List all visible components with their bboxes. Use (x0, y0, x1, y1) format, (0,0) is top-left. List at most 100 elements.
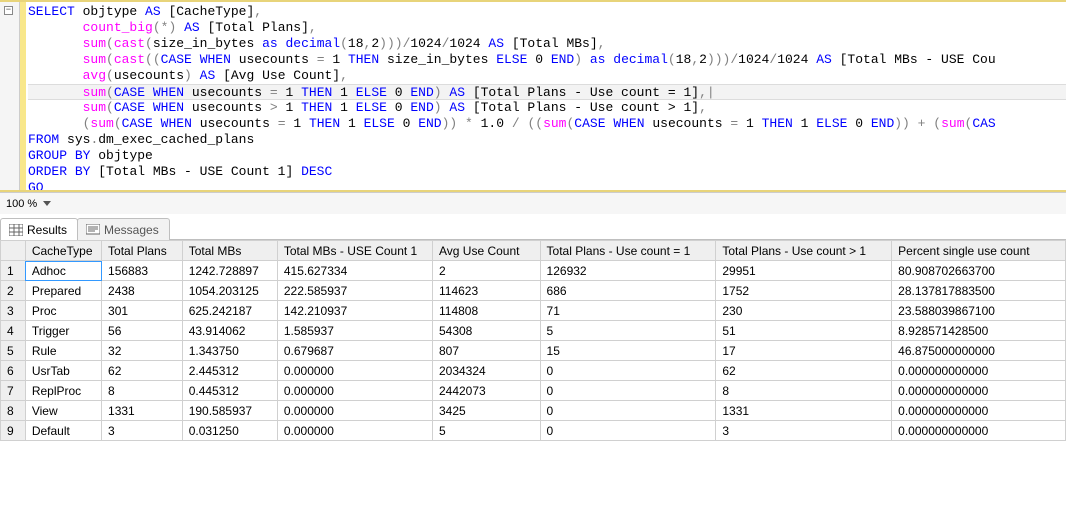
cell[interactable]: 46.875000000000 (892, 341, 1066, 361)
row-number[interactable]: 9 (1, 421, 26, 441)
cell[interactable]: 8 (102, 381, 183, 401)
cell[interactable]: ReplProc (25, 381, 101, 401)
table-row[interactable]: 6UsrTab622.4453120.00000020343240620.000… (1, 361, 1066, 381)
cell[interactable]: 686 (540, 281, 716, 301)
cell[interactable]: 28.137817883500 (892, 281, 1066, 301)
table-row[interactable]: 9Default30.0312500.0000005030.0000000000… (1, 421, 1066, 441)
cell[interactable]: Adhoc (25, 261, 101, 281)
cell[interactable]: 126932 (540, 261, 716, 281)
cell[interactable]: 80.908702663700 (892, 261, 1066, 281)
code-line[interactable]: GO (28, 180, 1066, 190)
code-line[interactable]: avg(usecounts) AS [Avg Use Count], (28, 68, 1066, 84)
cell[interactable]: 0 (540, 421, 716, 441)
cell[interactable]: 8 (716, 381, 892, 401)
code-line[interactable]: sum(cast(size_in_bytes as decimal(18,2))… (28, 36, 1066, 52)
row-number[interactable]: 4 (1, 321, 26, 341)
code-area[interactable]: SELECT objtype AS [CacheType], count_big… (26, 2, 1066, 190)
table-row[interactable]: 4Trigger5643.9140621.585937543085518.928… (1, 321, 1066, 341)
cell[interactable]: 114808 (432, 301, 540, 321)
cell[interactable]: 807 (432, 341, 540, 361)
cell[interactable]: Trigger (25, 321, 101, 341)
row-number[interactable]: 3 (1, 301, 26, 321)
row-number[interactable]: 8 (1, 401, 26, 421)
cell[interactable]: 17 (716, 341, 892, 361)
row-number[interactable]: 5 (1, 341, 26, 361)
column-header[interactable]: Total Plans - Use count = 1 (540, 241, 716, 261)
cell[interactable]: 1752 (716, 281, 892, 301)
cell[interactable]: 0.000000000000 (892, 421, 1066, 441)
cell[interactable]: 0 (540, 361, 716, 381)
cell[interactable]: 1331 (102, 401, 183, 421)
table-row[interactable]: 7ReplProc80.4453120.0000002442073080.000… (1, 381, 1066, 401)
cell[interactable]: 0.445312 (182, 381, 277, 401)
code-line[interactable]: GROUP BY objtype (28, 148, 1066, 164)
tab-results[interactable]: Results (0, 218, 78, 240)
cell[interactable]: 71 (540, 301, 716, 321)
row-number[interactable]: 1 (1, 261, 26, 281)
cell[interactable]: 0 (540, 401, 716, 421)
cell[interactable]: 5 (540, 321, 716, 341)
cell[interactable]: 2.445312 (182, 361, 277, 381)
code-line[interactable]: ORDER BY [Total MBs - USE Count 1] DESC (28, 164, 1066, 180)
code-line[interactable]: (sum(CASE WHEN usecounts = 1 THEN 1 ELSE… (28, 116, 1066, 132)
collapse-icon[interactable]: − (4, 6, 13, 15)
cell[interactable]: 0.000000 (277, 381, 432, 401)
column-header[interactable]: Avg Use Count (432, 241, 540, 261)
cell[interactable]: 62 (102, 361, 183, 381)
cell[interactable]: 29951 (716, 261, 892, 281)
column-header[interactable]: Total MBs - USE Count 1 (277, 241, 432, 261)
cell[interactable]: 1242.728897 (182, 261, 277, 281)
cell[interactable]: 56 (102, 321, 183, 341)
cell[interactable]: 8.928571428500 (892, 321, 1066, 341)
cell[interactable]: 1054.203125 (182, 281, 277, 301)
cell[interactable]: 0.000000 (277, 361, 432, 381)
cell[interactable]: 2442073 (432, 381, 540, 401)
cell[interactable]: 15 (540, 341, 716, 361)
column-header[interactable]: CacheType (25, 241, 101, 261)
code-line[interactable]: sum(CASE WHEN usecounts = 1 THEN 1 ELSE … (28, 84, 1066, 100)
cell[interactable]: 1331 (716, 401, 892, 421)
cell[interactable]: Default (25, 421, 101, 441)
cell[interactable]: 156883 (102, 261, 183, 281)
column-header[interactable]: Total MBs (182, 241, 277, 261)
tab-messages[interactable]: Messages (77, 218, 170, 240)
sql-editor[interactable]: − SELECT objtype AS [CacheType], count_b… (0, 0, 1066, 192)
table-row[interactable]: 5Rule321.3437500.679687807151746.8750000… (1, 341, 1066, 361)
cell[interactable]: 1.585937 (277, 321, 432, 341)
cell[interactable]: 114623 (432, 281, 540, 301)
cell[interactable]: 54308 (432, 321, 540, 341)
cell[interactable]: 43.914062 (182, 321, 277, 341)
code-line[interactable]: SELECT objtype AS [CacheType], (28, 4, 1066, 20)
cell[interactable]: 32 (102, 341, 183, 361)
cell[interactable]: 0.000000000000 (892, 381, 1066, 401)
cell[interactable]: 142.210937 (277, 301, 432, 321)
cell[interactable]: 0.000000 (277, 401, 432, 421)
cell[interactable]: 62 (716, 361, 892, 381)
cell[interactable]: 0.031250 (182, 421, 277, 441)
cell[interactable]: 0.000000000000 (892, 401, 1066, 421)
code-line[interactable]: sum(CASE WHEN usecounts > 1 THEN 1 ELSE … (28, 100, 1066, 116)
cell[interactable]: 3 (716, 421, 892, 441)
cell[interactable]: 2 (432, 261, 540, 281)
cell[interactable]: 2438 (102, 281, 183, 301)
cell[interactable]: 222.585937 (277, 281, 432, 301)
cell[interactable]: 0.679687 (277, 341, 432, 361)
cell[interactable]: Prepared (25, 281, 101, 301)
cell[interactable]: 3 (102, 421, 183, 441)
cell[interactable]: 0.000000000000 (892, 361, 1066, 381)
cell[interactable]: 415.627334 (277, 261, 432, 281)
chevron-down-icon[interactable] (43, 201, 51, 206)
table-row[interactable]: 3Proc301625.242187142.210937114808712302… (1, 301, 1066, 321)
row-number[interactable]: 2 (1, 281, 26, 301)
row-number[interactable]: 6 (1, 361, 26, 381)
cell[interactable]: Rule (25, 341, 101, 361)
cell[interactable]: View (25, 401, 101, 421)
table-row[interactable]: 8View1331190.5859370.0000003425013310.00… (1, 401, 1066, 421)
code-line[interactable]: FROM sys.dm_exec_cached_plans (28, 132, 1066, 148)
column-header[interactable]: Total Plans - Use count > 1 (716, 241, 892, 261)
cell[interactable]: 0.000000 (277, 421, 432, 441)
cell[interactable]: 3425 (432, 401, 540, 421)
row-number[interactable]: 7 (1, 381, 26, 401)
cell[interactable]: 5 (432, 421, 540, 441)
table-row[interactable]: 2Prepared24381054.203125222.585937114623… (1, 281, 1066, 301)
